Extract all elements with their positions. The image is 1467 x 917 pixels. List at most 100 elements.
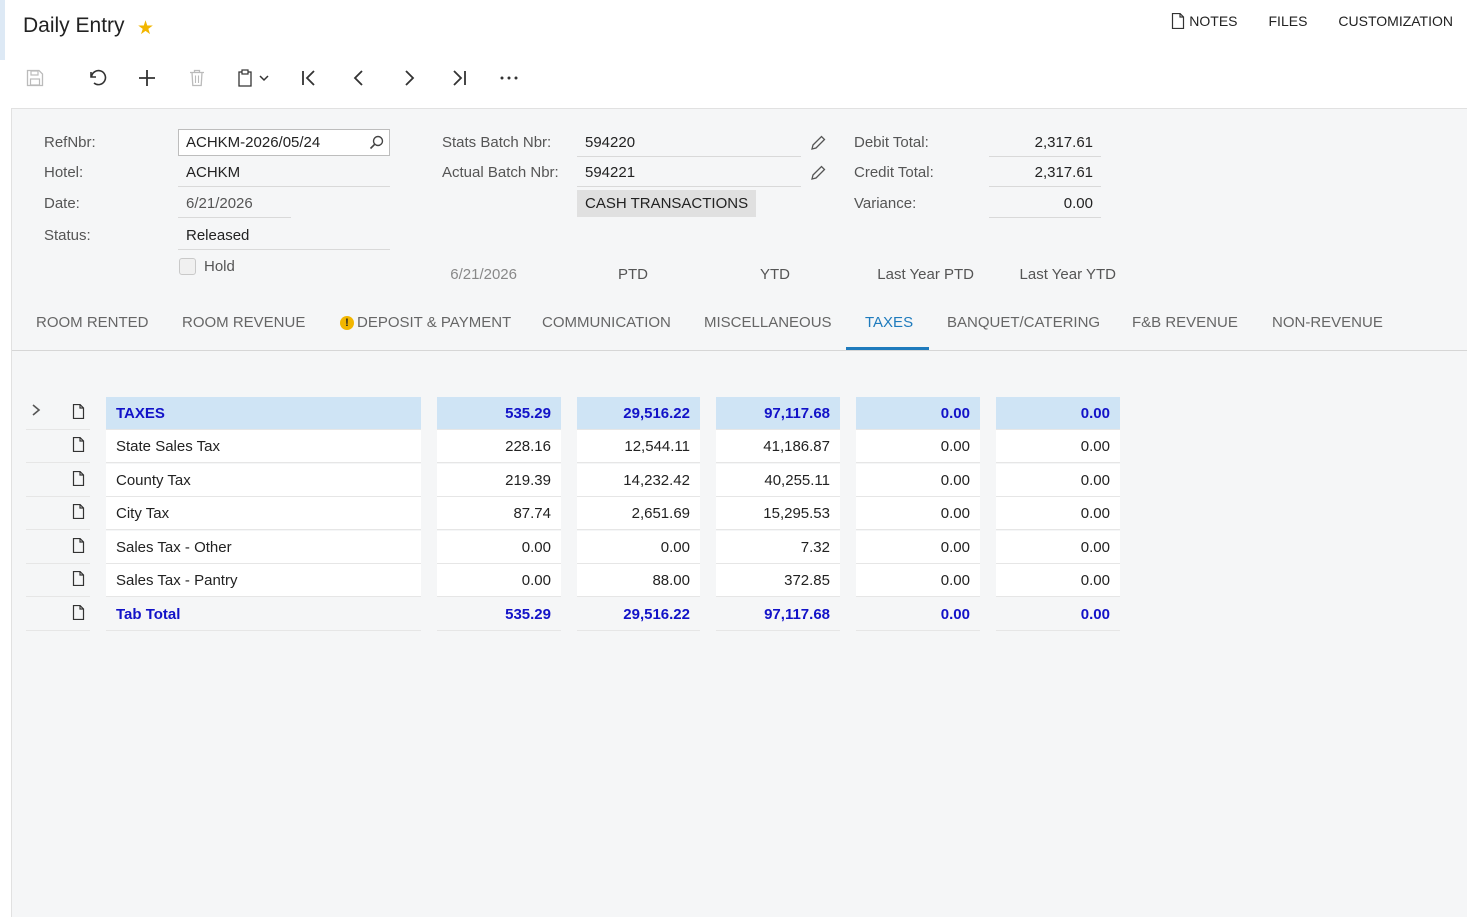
row-document-icon[interactable]: [62, 428, 95, 461]
row-name-cell[interactable]: Tab Total: [106, 598, 421, 631]
row-value-cell[interactable]: 12,544.11: [577, 430, 700, 463]
chevron-right-icon[interactable]: [30, 403, 42, 417]
first-record-icon[interactable]: [284, 62, 334, 94]
edit-pencil-icon[interactable]: [810, 135, 826, 151]
row-value-cell[interactable]: 14,232.42: [577, 464, 700, 497]
notes-label: NOTES: [1189, 13, 1238, 29]
row-document-icon[interactable]: [62, 395, 95, 428]
previous-record-icon[interactable]: [334, 62, 384, 94]
row-value-cell[interactable]: 88.00: [577, 564, 700, 597]
row-document-icon[interactable]: [62, 529, 95, 562]
stats-batch-value: 594220: [577, 129, 801, 157]
row-document-icon[interactable]: [62, 596, 95, 629]
variance-value: 0.00: [989, 190, 1101, 218]
active-tab-indicator: [846, 347, 929, 350]
tab-banquet-catering[interactable]: BANQUET/CATERING: [947, 314, 1100, 331]
note-icon: [1172, 13, 1185, 29]
page-title: Daily Entry: [23, 14, 125, 37]
row-value-cell[interactable]: 15,295.53: [716, 497, 840, 530]
notes-link[interactable]: NOTES: [1171, 13, 1238, 29]
search-icon[interactable]: [369, 135, 384, 150]
edit-pencil-icon[interactable]: [810, 165, 826, 181]
tab-deposit-payment[interactable]: ! DEPOSIT & PAYMENT: [340, 314, 511, 331]
row-value-cell[interactable]: 0.00: [996, 430, 1120, 463]
row-value-cell[interactable]: 0.00: [856, 464, 980, 497]
tab-room-rented[interactable]: ROOM RENTED: [36, 314, 149, 331]
files-link[interactable]: FILES: [1269, 13, 1308, 29]
date-value: 6/21/2026: [178, 190, 291, 218]
debit-total-label: Debit Total:: [854, 134, 929, 151]
row-value-cell[interactable]: 228.16: [437, 430, 561, 463]
row-value-cell[interactable]: 0.00: [996, 464, 1120, 497]
row-document-icon[interactable]: [62, 495, 95, 528]
column-header-last-year-ytd: Last Year YTD: [1019, 266, 1116, 283]
tab-bar: ROOM RENTED ROOM REVENUE ! DEPOSIT & PAYM…: [12, 304, 1467, 351]
cash-transactions-button[interactable]: CASH TRANSACTIONS: [577, 190, 757, 217]
row-value-cell[interactable]: 29,516.22: [577, 397, 700, 430]
actual-batch-label: Actual Batch Nbr:: [442, 164, 559, 181]
row-value-cell[interactable]: 0.00: [856, 598, 980, 631]
tab-room-revenue[interactable]: ROOM REVENUE: [182, 314, 305, 331]
row-value-cell[interactable]: 29,516.22: [577, 598, 700, 631]
row-document-icon[interactable]: [62, 562, 95, 595]
row-value-cell[interactable]: 0.00: [996, 564, 1120, 597]
save-icon[interactable]: [22, 62, 48, 94]
row-value-cell[interactable]: 0.00: [856, 497, 980, 530]
row-value-cell[interactable]: 0.00: [996, 497, 1120, 530]
row-value-cell[interactable]: 0.00: [856, 564, 980, 597]
row-value-cell[interactable]: 0.00: [856, 531, 980, 564]
tab-taxes[interactable]: TAXES: [865, 314, 913, 331]
row-value-cell[interactable]: 0.00: [437, 531, 561, 564]
row-value-cell[interactable]: 0.00: [996, 397, 1120, 430]
row-value-cell[interactable]: 372.85: [716, 564, 840, 597]
row-value-cell[interactable]: 0.00: [437, 564, 561, 597]
clipboard-icon[interactable]: [222, 62, 284, 94]
row-value-cell[interactable]: 0.00: [996, 531, 1120, 564]
row-value-cell[interactable]: 219.39: [437, 464, 561, 497]
row-value-cell[interactable]: 97,117.68: [716, 598, 840, 631]
warning-icon: !: [340, 316, 354, 330]
row-value-cell[interactable]: 2,651.69: [577, 497, 700, 530]
row-value-cell[interactable]: 41,186.87: [716, 430, 840, 463]
row-value-cell[interactable]: 0.00: [577, 531, 700, 564]
row-value-cell[interactable]: 7.32: [716, 531, 840, 564]
delete-icon[interactable]: [172, 62, 222, 94]
undo-icon[interactable]: [72, 62, 122, 94]
status-label: Status:: [44, 227, 91, 244]
debit-total-value: 2,317.61: [989, 129, 1101, 157]
chevron-down-icon: [259, 75, 269, 82]
tab-deposit-payment-label: DEPOSIT & PAYMENT: [357, 314, 512, 331]
row-name-cell[interactable]: Sales Tax - Other: [106, 531, 421, 564]
more-icon[interactable]: [484, 62, 534, 94]
row-name-cell[interactable]: TAXES: [106, 397, 421, 430]
tab-miscellaneous[interactable]: MISCELLANEOUS: [704, 314, 832, 331]
row-document-icon[interactable]: [62, 462, 95, 495]
tab-fb-revenue[interactable]: F&B REVENUE: [1132, 314, 1238, 331]
add-icon[interactable]: [122, 62, 172, 94]
customization-link[interactable]: CUSTOMIZATION: [1338, 13, 1453, 29]
row-value-cell[interactable]: 0.00: [856, 430, 980, 463]
row-name-cell[interactable]: Sales Tax - Pantry: [106, 564, 421, 597]
next-record-icon[interactable]: [384, 62, 434, 94]
row-value-cell[interactable]: 0.00: [996, 598, 1120, 631]
hold-checkbox[interactable]: [179, 258, 196, 275]
row-value-cell[interactable]: 0.00: [856, 397, 980, 430]
row-name-cell[interactable]: State Sales Tax: [106, 430, 421, 463]
row-value-cell[interactable]: 87.74: [437, 497, 561, 530]
tab-communication[interactable]: COMMUNICATION: [542, 314, 671, 331]
toolbar: [22, 62, 534, 94]
row-name-cell[interactable]: County Tax: [106, 464, 421, 497]
favorite-star-icon[interactable]: ★: [137, 17, 154, 40]
hold-label: Hold: [204, 258, 235, 275]
row-name-cell[interactable]: City Tax: [106, 497, 421, 530]
last-record-icon[interactable]: [434, 62, 484, 94]
column-header-date: 6/21/2026: [450, 266, 517, 283]
row-value-cell[interactable]: 97,117.68: [716, 397, 840, 430]
column-header-ptd: PTD: [618, 266, 648, 283]
row-value-cell[interactable]: 535.29: [437, 397, 561, 430]
refnbr-input[interactable]: ACHKM-2026/05/24: [178, 129, 390, 156]
row-value-cell[interactable]: 535.29: [437, 598, 561, 631]
actual-batch-value: 594221: [577, 159, 801, 187]
row-value-cell[interactable]: 40,255.11: [716, 464, 840, 497]
tab-non-revenue[interactable]: NON-REVENUE: [1272, 314, 1383, 331]
